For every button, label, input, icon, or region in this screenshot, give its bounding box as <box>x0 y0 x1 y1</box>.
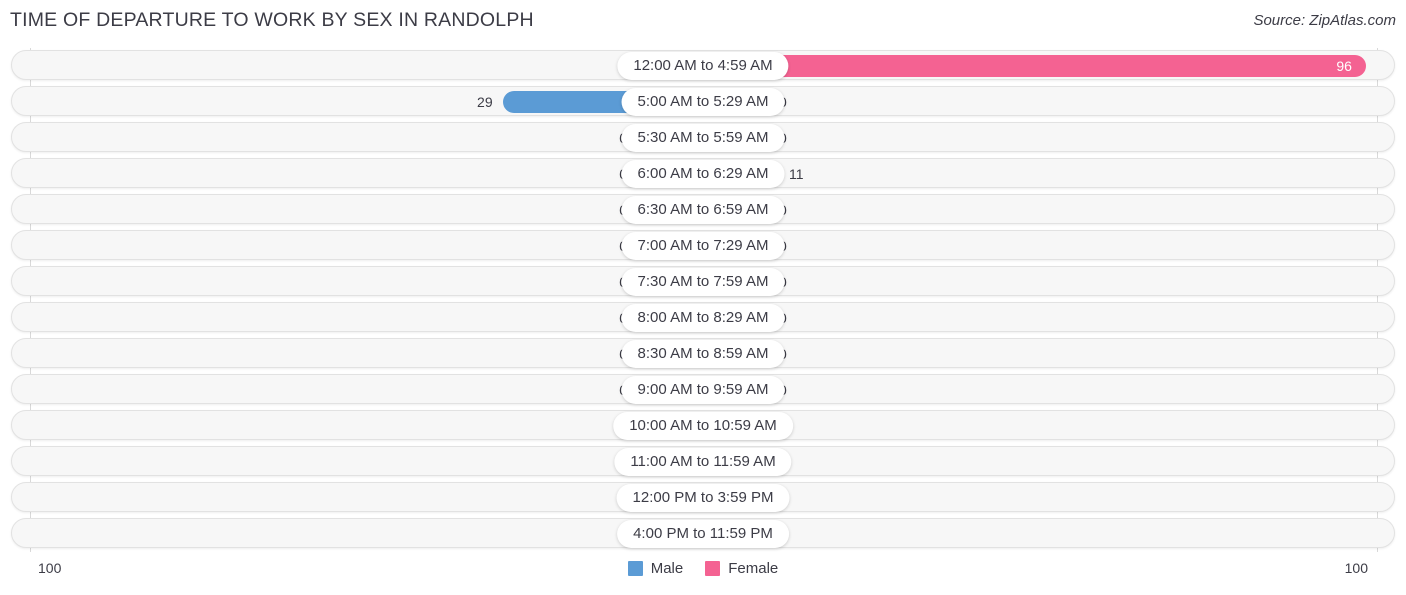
table-row[interactable]: 0010:00 AM to 10:59 AM <box>11 410 1395 440</box>
table-row[interactable]: 009:00 AM to 9:59 AM <box>11 374 1395 404</box>
bar-track: 004:00 PM to 11:59 PM <box>12 519 1394 548</box>
table-row[interactable]: 007:30 AM to 7:59 AM <box>11 266 1395 296</box>
bar-track: 0116:00 AM to 6:29 AM <box>12 159 1394 188</box>
table-row[interactable]: 0011:00 AM to 11:59 AM <box>11 446 1395 476</box>
bar-track: 008:00 AM to 8:29 AM <box>12 303 1394 332</box>
category-label: 11:00 AM to 11:59 AM <box>614 448 792 476</box>
category-label: 8:30 AM to 8:59 AM <box>621 340 785 368</box>
category-label: 12:00 PM to 3:59 PM <box>616 484 790 512</box>
table-row[interactable]: 008:30 AM to 8:59 AM <box>11 338 1395 368</box>
bar-track: 2905:00 AM to 5:29 AM <box>12 87 1394 116</box>
table-row[interactable]: 0116:00 AM to 6:29 AM <box>11 158 1395 188</box>
bar-track: 006:30 AM to 6:59 AM <box>12 195 1394 224</box>
category-label: 6:00 AM to 6:29 AM <box>621 160 785 188</box>
female-swatch-icon <box>705 561 721 576</box>
table-row[interactable]: 2905:00 AM to 5:29 AM <box>11 86 1395 116</box>
chart-legend: Male Female <box>0 560 1406 577</box>
legend-label: Female <box>728 560 779 577</box>
category-label: 7:30 AM to 7:59 AM <box>621 268 785 296</box>
table-row[interactable]: 007:00 AM to 7:29 AM <box>11 230 1395 260</box>
legend-label: Male <box>650 560 684 577</box>
chart-footer: 100 100 Male Female <box>0 552 1406 595</box>
male-swatch-icon <box>627 561 643 576</box>
bar-track: 007:30 AM to 7:59 AM <box>12 267 1394 296</box>
bar-track: 0011:00 AM to 11:59 AM <box>12 447 1394 476</box>
legend-item[interactable]: Female <box>705 560 778 577</box>
table-row[interactable]: 0012:00 PM to 3:59 PM <box>11 482 1395 512</box>
category-label: 8:00 AM to 8:29 AM <box>621 304 785 332</box>
bar-track: 09612:00 AM to 4:59 AM <box>12 51 1394 80</box>
source-attribution: Source: ZipAtlas.com <box>1253 12 1396 29</box>
female-bar <box>703 55 1367 77</box>
chart-header: TIME OF DEPARTURE TO WORK BY SEX IN RAND… <box>0 0 1406 42</box>
category-label: 5:30 AM to 5:59 AM <box>621 124 785 152</box>
category-label: 10:00 AM to 10:59 AM <box>613 412 793 440</box>
table-row[interactable]: 006:30 AM to 6:59 AM <box>11 194 1395 224</box>
legend-item[interactable]: Male <box>627 560 684 577</box>
table-row[interactable]: 004:00 PM to 11:59 PM <box>11 518 1395 548</box>
bar-track: 0010:00 AM to 10:59 AM <box>12 411 1394 440</box>
category-label: 12:00 AM to 4:59 AM <box>617 52 789 80</box>
category-label: 5:00 AM to 5:29 AM <box>621 88 785 116</box>
category-label: 6:30 AM to 6:59 AM <box>621 196 785 224</box>
category-label: 7:00 AM to 7:29 AM <box>621 232 785 260</box>
table-row[interactable]: 09612:00 AM to 4:59 AM <box>11 50 1395 80</box>
page-title: TIME OF DEPARTURE TO WORK BY SEX IN RAND… <box>10 9 534 31</box>
table-row[interactable]: 005:30 AM to 5:59 AM <box>11 122 1395 152</box>
female-value-label: 96 <box>1336 58 1352 74</box>
category-label: 4:00 PM to 11:59 PM <box>617 520 789 548</box>
table-row[interactable]: 008:00 AM to 8:29 AM <box>11 302 1395 332</box>
category-label: 9:00 AM to 9:59 AM <box>621 376 785 404</box>
bar-track: 009:00 AM to 9:59 AM <box>12 375 1394 404</box>
chart-plot-area: 09612:00 AM to 4:59 AM2905:00 AM to 5:29… <box>0 48 1406 552</box>
female-value-label: 11 <box>789 166 804 182</box>
bar-track: 005:30 AM to 5:59 AM <box>12 123 1394 152</box>
bar-track: 0012:00 PM to 3:59 PM <box>12 483 1394 512</box>
bar-track: 007:00 AM to 7:29 AM <box>12 231 1394 260</box>
male-value-label: 29 <box>477 94 493 110</box>
bar-track: 008:30 AM to 8:59 AM <box>12 339 1394 368</box>
